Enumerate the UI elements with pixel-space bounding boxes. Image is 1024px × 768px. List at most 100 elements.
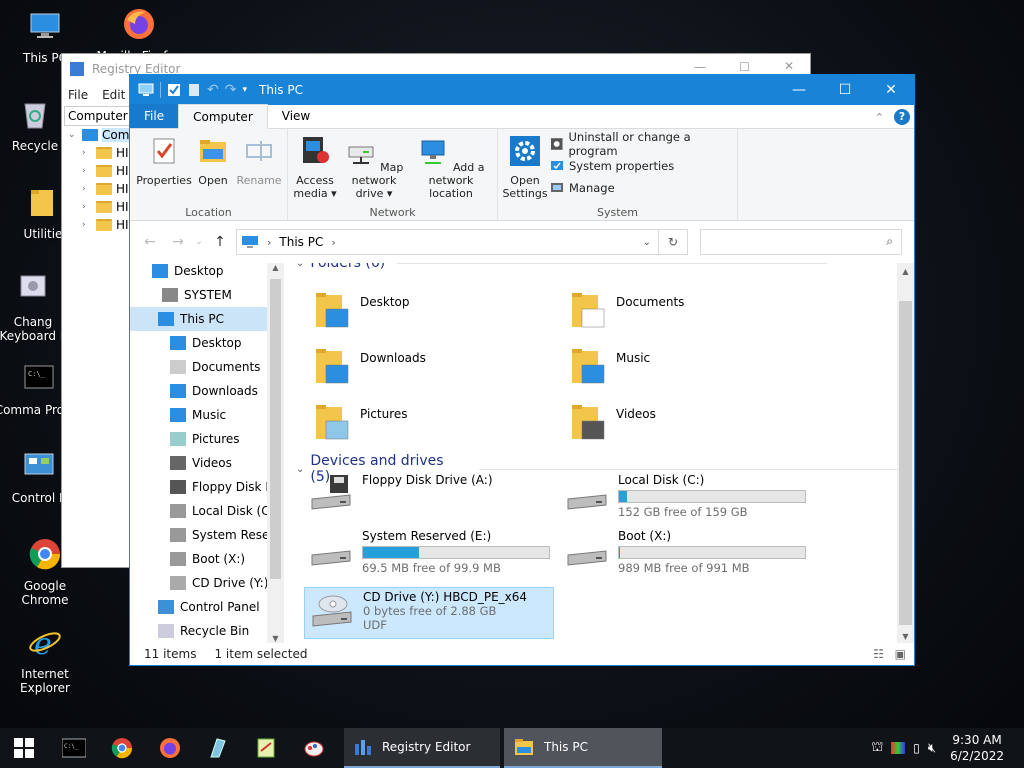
breadcrumb-this-pc[interactable]: This PC	[279, 235, 323, 249]
drive-item[interactable]: Boot (X:) 989 MB free of 991 MB	[564, 529, 806, 575]
show-desktop-button[interactable]	[1012, 728, 1016, 768]
taskbar-app-glass[interactable]	[194, 728, 242, 768]
folder-item[interactable]: Pictures	[314, 401, 408, 443]
address-dropdown-icon[interactable]: ⌄	[643, 237, 651, 248]
nav-item[interactable]: Videos	[130, 451, 284, 475]
chevron-right-icon[interactable]: ›	[82, 166, 92, 176]
tab-computer[interactable]: Computer	[178, 104, 268, 129]
up-arrow-icon[interactable]: ↑	[206, 234, 234, 250]
clock[interactable]: 9:30 AM 6/2/2022	[950, 732, 1004, 764]
taskbar-firefox[interactable]	[146, 728, 194, 768]
recent-locations-icon[interactable]: ⌄	[192, 237, 206, 247]
scroll-up-icon[interactable]: ▲	[267, 263, 284, 279]
taskbar-notepad[interactable]	[242, 728, 290, 768]
chevron-down-icon[interactable]: ⌄	[296, 464, 304, 475]
nav-item[interactable]: Desktop	[130, 263, 284, 283]
access-media-button[interactable]: Access media ▾	[292, 135, 338, 200]
taskbar-cmd[interactable]: C:\_	[50, 728, 98, 768]
nav-item[interactable]: Pictures	[130, 427, 284, 451]
breadcrumb-separator-icon[interactable]: ›	[267, 236, 271, 249]
display-icon[interactable]	[891, 742, 906, 754]
content-scrollbar[interactable]: ▲ ▼	[897, 263, 914, 643]
close-button[interactable]: ✕	[868, 75, 914, 105]
explorer-titlebar[interactable]: ↶ ↷ ▾ This PC — ☐ ✕	[130, 75, 914, 105]
scroll-down-icon[interactable]: ▼	[897, 632, 914, 641]
nav-item[interactable]: Downloads	[130, 379, 284, 403]
folders-group-header[interactable]: ⌄ Folders (6)	[296, 263, 828, 271]
nav-item[interactable]: This PC	[130, 307, 267, 331]
drive-item[interactable]: System Reserved (E:) 69.5 MB free of 99.9…	[308, 529, 550, 575]
help-icon[interactable]: ?	[894, 109, 910, 125]
folder-item[interactable]: Videos	[570, 401, 656, 443]
start-button[interactable]	[0, 728, 48, 768]
scroll-down-icon[interactable]: ▼	[267, 634, 284, 643]
folder-item[interactable]: Downloads	[314, 345, 426, 387]
minimize-icon[interactable]: —	[694, 60, 706, 74]
chevron-down-icon[interactable]: ⌄	[296, 263, 304, 269]
chevron-right-icon[interactable]: ›	[82, 202, 92, 212]
nav-item[interactable]: CD Drive (Y:) H	[130, 571, 284, 595]
address-bar[interactable]: › This PC › ⌄	[236, 229, 688, 255]
details-view-icon[interactable]: ☷	[873, 647, 884, 661]
undo-icon[interactable]: ↶	[207, 82, 219, 98]
collapse-ribbon-icon[interactable]: ⌃	[875, 111, 884, 124]
nav-item[interactable]: Floppy Disk Dri	[130, 475, 284, 499]
maximize-button[interactable]: ☐	[822, 75, 868, 105]
chevron-down-icon[interactable]: ⌄	[68, 130, 78, 140]
large-icons-view-icon[interactable]: ▣	[895, 647, 906, 661]
tab-view[interactable]: View	[268, 104, 324, 128]
file-explorer-window[interactable]: ↶ ↷ ▾ This PC — ☐ ✕ File Computer View ⌃…	[129, 74, 915, 666]
properties-button[interactable]: Properties	[136, 135, 192, 187]
search-input[interactable]: ⌕	[700, 229, 902, 255]
manage-button[interactable]: Manage	[550, 179, 615, 197]
maximize-icon[interactable]: ☐	[739, 60, 750, 74]
menu-file[interactable]: File	[68, 88, 88, 102]
nav-item[interactable]: Documents	[130, 355, 284, 379]
folder-item[interactable]: Documents	[570, 289, 684, 331]
drive-item[interactable]: Floppy Disk Drive (A:)	[308, 473, 493, 513]
drive-item[interactable]: CD Drive (Y:) HBCD_PE_x64 0 bytes free of…	[304, 587, 554, 639]
scroll-up-icon[interactable]: ▲	[897, 263, 914, 276]
nav-item[interactable]: System Reserve	[130, 523, 284, 547]
menu-edit[interactable]: Edit	[102, 88, 125, 102]
nav-item[interactable]: SYSTEM	[130, 283, 284, 307]
chevron-right-icon[interactable]: ›	[82, 220, 92, 230]
taskbar-task-registry-editor[interactable]: Registry Editor	[344, 728, 500, 768]
open-button[interactable]: Open	[192, 135, 234, 187]
new-folder-icon[interactable]	[187, 83, 201, 97]
usb-icon[interactable]: ▯	[913, 741, 920, 755]
nav-item[interactable]: Control Panel	[130, 595, 284, 619]
open-settings-button[interactable]: Open Settings	[502, 135, 548, 200]
taskbar-task-this-pc[interactable]: This PC	[504, 728, 662, 768]
back-arrow-icon[interactable]: ←	[136, 234, 164, 250]
close-icon[interactable]: ✕	[784, 59, 794, 73]
navigation-pane[interactable]: Desktop SYSTEM This PC Desktop Documents Down…	[130, 263, 284, 643]
nav-scrollbar[interactable]: ▲ ▼	[267, 263, 284, 643]
chevron-right-icon[interactable]: ›	[82, 148, 92, 158]
map-network-drive-button[interactable]: Map network drive ▾	[338, 135, 410, 200]
scroll-thumb[interactable]	[899, 301, 912, 625]
nav-item[interactable]: Music	[130, 403, 284, 427]
nav-item[interactable]: Local Disk (C:)	[130, 499, 284, 523]
speaker-muted-icon[interactable]: 🔇︎	[928, 741, 936, 756]
network-icon[interactable]: ⛫	[871, 740, 883, 757]
taskbar-paint[interactable]	[290, 728, 338, 768]
drive-item[interactable]: Local Disk (C:) 152 GB free of 159 GB	[564, 473, 806, 519]
folder-item[interactable]: Desktop	[314, 289, 410, 331]
nav-item[interactable]: Recycle Bin	[130, 619, 284, 643]
minimize-button[interactable]: —	[776, 75, 822, 105]
folder-item[interactable]: Music	[570, 345, 650, 387]
refresh-button[interactable]: ↻	[658, 229, 688, 255]
tab-file[interactable]: File	[130, 104, 179, 128]
scroll-thumb[interactable]	[270, 279, 281, 579]
uninstall-program-button[interactable]: Uninstall or change a program	[550, 130, 737, 158]
forward-arrow-icon[interactable]: →	[164, 234, 192, 250]
customize-quick-access-icon[interactable]: ▾	[242, 85, 247, 95]
taskbar-chrome[interactable]	[98, 728, 146, 768]
add-network-location-button[interactable]: Add a network location	[410, 135, 492, 200]
breadcrumb-separator-icon[interactable]: ›	[331, 236, 335, 249]
system-properties-button[interactable]: System properties	[550, 157, 674, 175]
redo-icon[interactable]: ↷	[225, 82, 237, 98]
nav-item[interactable]: Desktop	[130, 331, 284, 355]
properties-check-icon[interactable]	[167, 83, 181, 97]
